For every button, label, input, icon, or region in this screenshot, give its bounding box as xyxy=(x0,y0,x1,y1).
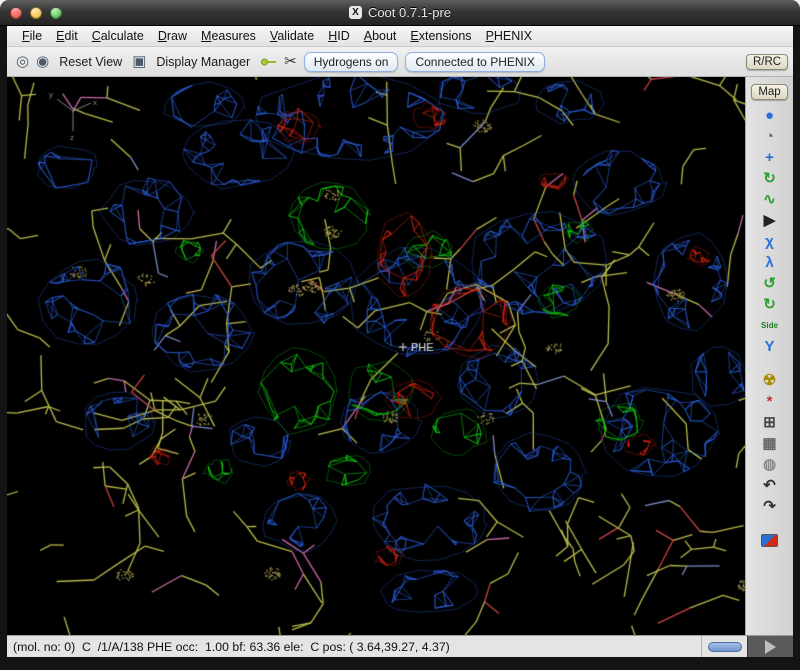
eraser-icon[interactable]: ◍ xyxy=(758,455,782,475)
menu-bar: FileEditCalculateDrawMeasuresValidateHID… xyxy=(7,26,793,47)
menu-item-about[interactable]: About xyxy=(357,28,404,44)
radiation-icon[interactable]: ☢ xyxy=(758,371,782,391)
right-icon-strip: ●◔+↻∿▶χλ↺↻SideY☢*⊞▦◍↶↷ xyxy=(758,106,782,550)
menu-item-draw[interactable]: Draw xyxy=(151,28,194,44)
main-row: Map ●◔+↻∿▶χλ↺↻SideY☢*⊞▦◍↶↷ xyxy=(7,77,793,635)
menu-item-validate[interactable]: Validate xyxy=(263,28,321,44)
add-residue-icon[interactable]: ⊞ xyxy=(758,413,782,433)
chi-angles-icon[interactable]: χ xyxy=(758,232,782,252)
coot-window: X Coot 0.7.1-pre FileEditCalculateDrawMe… xyxy=(0,0,800,670)
menu-item-measures[interactable]: Measures xyxy=(194,28,263,44)
menu-item-edit[interactable]: Edit xyxy=(49,28,85,44)
close-button[interactable] xyxy=(10,7,22,19)
mini-scrollbar[interactable] xyxy=(701,636,747,657)
status-text: (mol. no: 0) C /1/A/138 PHE occ: 1.00 bf… xyxy=(7,636,701,657)
resize-grip[interactable] xyxy=(747,636,793,657)
clock-icon[interactable]: ◔ xyxy=(758,127,782,147)
status-bar: (mol. no: 0) C /1/A/138 PHE occ: 1.00 bf… xyxy=(7,635,793,657)
display-swatch-icon[interactable] xyxy=(761,534,778,547)
display-manager-icon[interactable]: ▣ xyxy=(132,54,146,70)
map-button[interactable]: Map xyxy=(751,84,787,100)
rotamer-wave-icon[interactable]: ∿ xyxy=(758,190,782,210)
scissors-icon[interactable]: ✂ xyxy=(284,54,297,70)
right-toolbar: Map ●◔+↻∿▶χλ↺↻SideY☢*⊞▦◍↶↷ xyxy=(745,77,793,635)
orbit-mode-icon[interactable]: ◎ xyxy=(16,54,29,70)
map-button-wrap: Map xyxy=(751,82,787,100)
rrc-area: R/RC xyxy=(741,54,793,70)
x11-icon: X xyxy=(349,6,362,19)
display-manager-button[interactable]: Display Manager xyxy=(153,54,253,70)
menu-item-calculate[interactable]: Calculate xyxy=(85,28,151,44)
rotate-180-icon[interactable]: ↻ xyxy=(758,295,782,315)
zoom-button[interactable] xyxy=(50,7,62,19)
play-icon[interactable]: ▶ xyxy=(758,211,782,231)
scrollbar-thumb[interactable] xyxy=(708,642,742,652)
key-icon[interactable] xyxy=(260,57,277,67)
menu-item-hid[interactable]: HID xyxy=(321,28,357,44)
keyboard-icon[interactable]: ▦ xyxy=(758,434,782,454)
expand-triangle-icon xyxy=(765,640,776,654)
flip-peptide-icon[interactable]: ↺ xyxy=(758,274,782,294)
undo-icon[interactable]: ↶ xyxy=(758,476,782,496)
window-title: Coot 0.7.1-pre xyxy=(368,5,451,20)
target-mode-icon[interactable]: ◉ xyxy=(36,54,49,70)
menu-item-file[interactable]: File xyxy=(15,28,49,44)
reset-view-button[interactable]: Reset View xyxy=(56,54,125,70)
rrc-button[interactable]: R/RC xyxy=(746,54,788,70)
menu-item-phenix[interactable]: PHENIX xyxy=(479,28,540,44)
window-controls xyxy=(10,7,62,19)
atoms-icon[interactable]: * xyxy=(758,392,782,412)
window-content: FileEditCalculateDrawMeasuresValidateHID… xyxy=(7,26,793,657)
minimize-button[interactable] xyxy=(30,7,42,19)
molecular-canvas[interactable] xyxy=(7,77,745,635)
hydrogens-toggle-button[interactable]: Hydrogens on xyxy=(304,52,399,72)
title-area: X Coot 0.7.1-pre xyxy=(0,0,800,25)
menu-item-extensions[interactable]: Extensions xyxy=(403,28,478,44)
redo-icon[interactable]: ↷ xyxy=(758,497,782,517)
phenix-connection-button[interactable]: Connected to PHENIX xyxy=(405,52,544,72)
toolbar-row: ◎ ◉ Reset View ▣ Display Manager ✂ Hydro… xyxy=(7,47,793,77)
title-bar[interactable]: X Coot 0.7.1-pre xyxy=(0,0,800,26)
torsion-icon[interactable]: λ xyxy=(758,253,782,273)
rotate-translate-icon[interactable]: ↻ xyxy=(758,169,782,189)
sphere-refine-icon[interactable]: ● xyxy=(758,106,782,126)
mutate-icon[interactable]: Y xyxy=(758,337,782,357)
side-chain-icon[interactable]: Side xyxy=(758,316,782,336)
translate-atoms-icon[interactable]: + xyxy=(758,148,782,168)
main-toolbar: ◎ ◉ Reset View ▣ Display Manager ✂ Hydro… xyxy=(7,52,741,72)
